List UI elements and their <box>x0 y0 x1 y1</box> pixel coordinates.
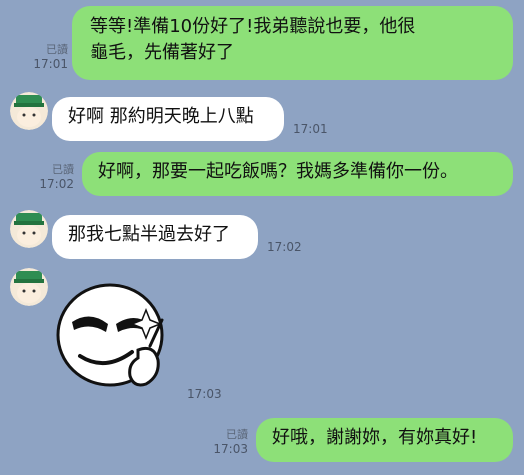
avatar[interactable] <box>10 92 48 130</box>
timestamp: 17:03 <box>187 387 222 401</box>
message-text-line: 等等!準備10份好了!我弟聽說也要，他很 <box>90 16 416 37</box>
read-receipt: 已讀 <box>52 163 74 176</box>
message-bubble-incoming[interactable]: 好啊 那約明天晚上八點 <box>52 97 284 141</box>
message-bubble-outgoing[interactable]: 好啊，那要一起吃飯嗎？我媽多準備你一份。 <box>82 152 513 196</box>
message-text-line: 龜毛，先備著好了 <box>90 42 234 63</box>
message-text: 那我七點半過去好了 <box>68 224 230 245</box>
message-meta: 已讀 17:01 <box>30 42 68 72</box>
timestamp: 17:02 <box>39 177 74 191</box>
read-receipt: 已讀 <box>46 43 68 56</box>
avatar[interactable] <box>10 210 48 248</box>
timestamp: 17:03 <box>213 442 248 456</box>
message-bubble-outgoing[interactable]: 等等!準備10份好了!我弟聽說也要，他很 龜毛，先備著好了 <box>72 6 513 80</box>
timestamp: 17:02 <box>267 240 302 254</box>
green-cap-avatar-icon <box>10 92 48 130</box>
avatar[interactable] <box>10 268 48 306</box>
green-cap-avatar-icon <box>10 210 48 248</box>
message-meta: 已讀 17:03 <box>210 427 248 457</box>
read-receipt: 已讀 <box>226 428 248 441</box>
message-meta: 已讀 17:02 <box>36 162 74 192</box>
timestamp: 17:01 <box>293 122 328 136</box>
message-meta: 17:02 <box>267 240 302 255</box>
smirking-face-icon <box>56 283 164 387</box>
smirking-face-sticker[interactable] <box>50 280 180 395</box>
chat-window: 已讀 17:01 等等!準備10份好了!我弟聽說也要，他很 龜毛，先備著好了 好… <box>0 0 524 475</box>
timestamp: 17:01 <box>33 57 68 71</box>
message-meta: 17:01 <box>293 122 328 137</box>
message-bubble-incoming[interactable]: 那我七點半過去好了 <box>52 215 258 259</box>
message-text: 好啊，那要一起吃飯嗎？我媽多準備你一份。 <box>98 161 458 182</box>
message-text: 好哦，謝謝妳，有妳真好! <box>272 427 478 448</box>
message-meta: 17:03 <box>187 387 222 402</box>
green-cap-avatar-icon <box>10 268 48 306</box>
message-bubble-outgoing[interactable]: 好哦，謝謝妳，有妳真好! <box>256 418 513 462</box>
message-text: 好啊 那約明天晚上八點 <box>68 106 254 127</box>
